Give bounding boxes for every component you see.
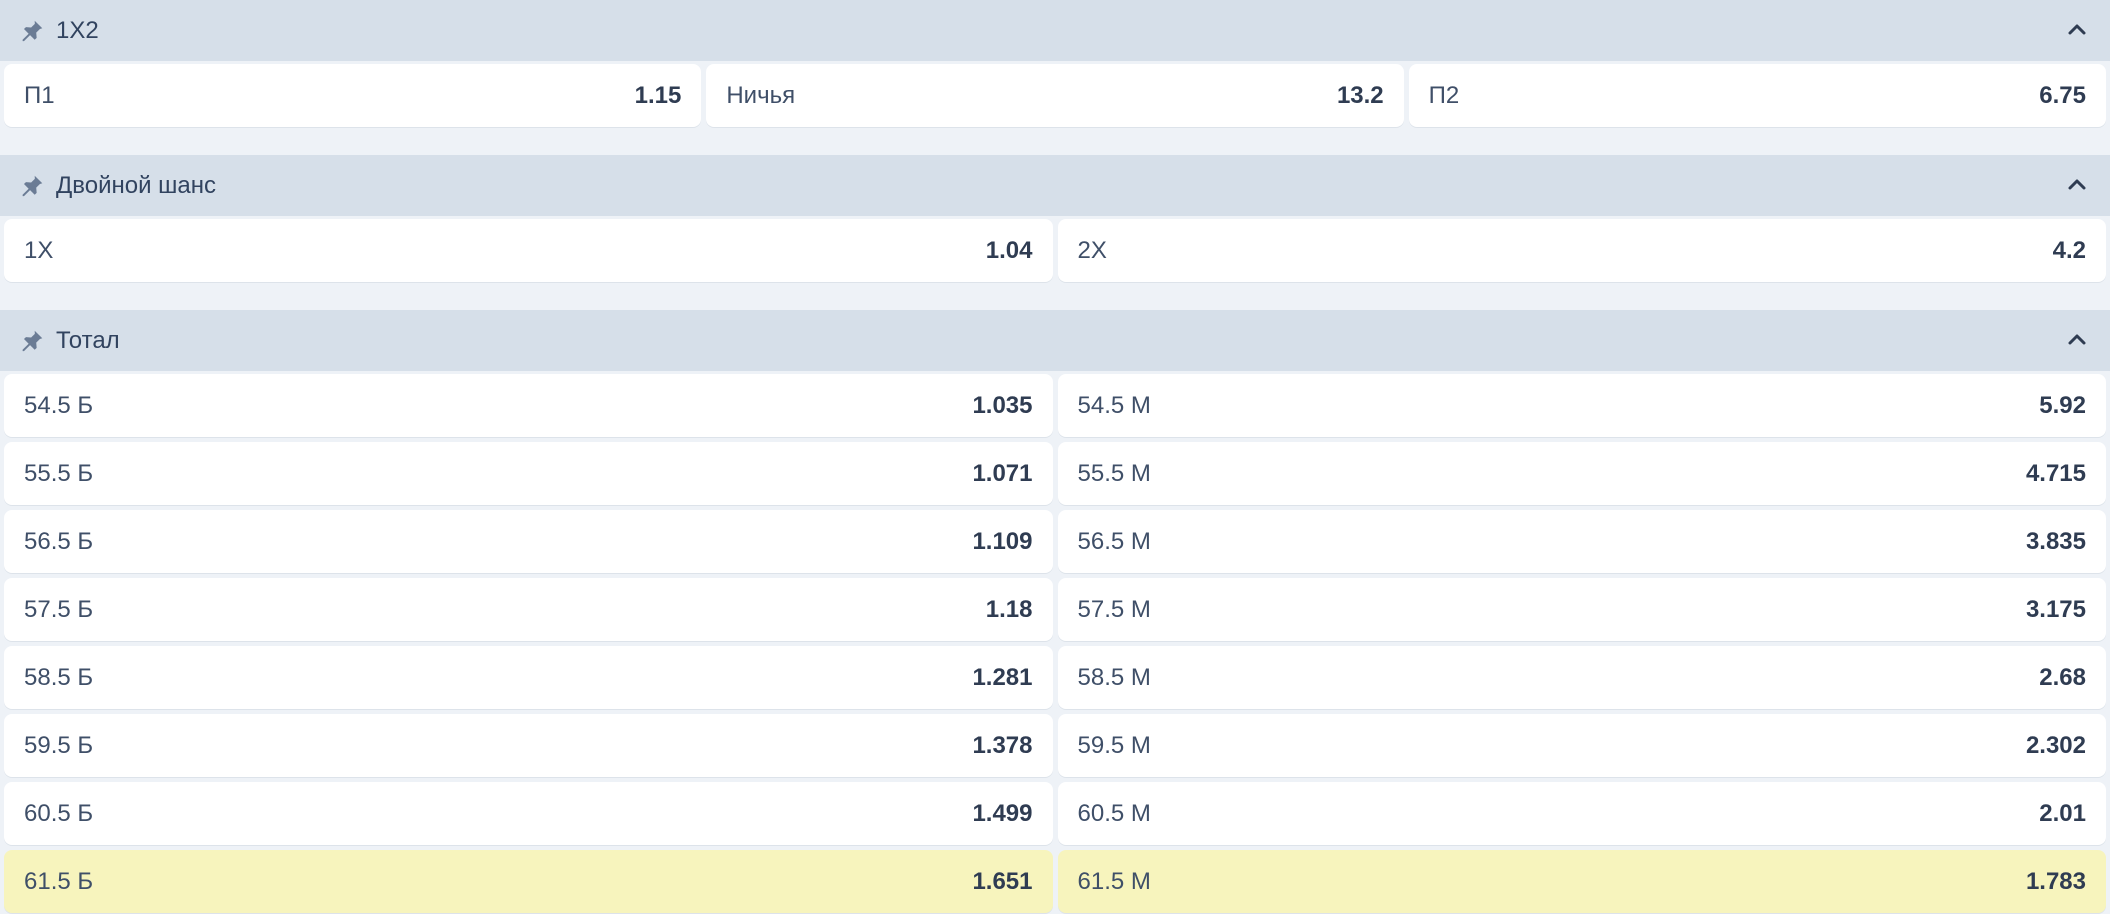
outcome-odds: 4.715 xyxy=(2025,459,2086,487)
outcome-odds: 1.071 xyxy=(972,459,1033,487)
outcome-label: 2X xyxy=(1077,236,1107,264)
outcome-odds: 1.035 xyxy=(972,391,1033,419)
market-body-double-chance: 1X 1.04 2X 4.2 xyxy=(0,216,2110,286)
outcome-under[interactable]: 56.5 М 3.835 xyxy=(1057,510,2106,573)
outcome-label: 60.5 М xyxy=(1077,799,1151,827)
outcome-label: Ничья xyxy=(726,81,796,109)
outcome-odds: 1.499 xyxy=(972,799,1033,827)
pin-icon[interactable] xyxy=(18,327,46,355)
outcome-over[interactable]: 57.5 Б 1.18 xyxy=(4,578,1053,641)
outcome-over[interactable]: 56.5 Б 1.109 xyxy=(4,510,1053,573)
outcome-odds: 1.04 xyxy=(985,236,1033,264)
outcome-odds: 1.15 xyxy=(634,81,682,109)
outcome-label: 60.5 Б xyxy=(24,799,94,827)
betting-markets: 1X2 П1 1.15 Ничья 13.2 П2 6.75 Двойной ш… xyxy=(0,0,2110,914)
outcome-label: П2 xyxy=(1428,81,1460,109)
outcome-odds: 6.75 xyxy=(2039,81,2086,109)
outcome-label: 55.5 М xyxy=(1077,459,1151,487)
outcome-label: 59.5 Б xyxy=(24,731,94,759)
outcome-odds: 1.18 xyxy=(985,595,1033,623)
outcome-over[interactable]: 60.5 Б 1.499 xyxy=(4,782,1053,845)
outcome-label: 61.5 М xyxy=(1077,867,1151,895)
outcome-label: 59.5 М xyxy=(1077,731,1151,759)
outcome-odds: 2.302 xyxy=(2025,731,2086,759)
outcome-label: 54.5 М xyxy=(1077,391,1151,419)
outcome-under[interactable]: 60.5 М 2.01 xyxy=(1057,782,2106,845)
outcome-label: 61.5 Б xyxy=(24,867,94,895)
outcome-odds: 1.378 xyxy=(972,731,1033,759)
outcome-over[interactable]: 58.5 Б 1.281 xyxy=(4,646,1053,709)
outcome-label: 54.5 Б xyxy=(24,391,94,419)
outcome-odds: 13.2 xyxy=(1336,81,1384,109)
outcome-under[interactable]: 61.5 М 1.783 xyxy=(1057,850,2106,913)
market-total: Тотал 54.5 Б 1.035 54.5 М 5.92 55.5 Б 1.… xyxy=(0,310,2110,914)
market-title: Тотал xyxy=(56,326,120,354)
market-title: 1X2 xyxy=(56,16,99,44)
outcome-odds: 4.2 xyxy=(2052,236,2086,264)
outcome-odds: 5.92 xyxy=(2039,391,2086,419)
market-title: Двойной шанс xyxy=(56,171,217,199)
outcome-label: 56.5 Б xyxy=(24,527,94,555)
market-header-1x2[interactable]: 1X2 xyxy=(0,0,2110,61)
pin-icon[interactable] xyxy=(18,17,46,45)
market-header-total[interactable]: Тотал xyxy=(0,310,2110,371)
outcome-label: 57.5 М xyxy=(1077,595,1151,623)
outcome-label: П1 xyxy=(24,81,55,109)
outcome-2x[interactable]: 2X 4.2 xyxy=(1057,219,2106,282)
outcome-under[interactable]: 57.5 М 3.175 xyxy=(1057,578,2106,641)
outcome-under[interactable]: 58.5 М 2.68 xyxy=(1057,646,2106,709)
market-body-1x2: П1 1.15 Ничья 13.2 П2 6.75 xyxy=(0,61,2110,131)
market-header-double-chance[interactable]: Двойной шанс xyxy=(0,155,2110,216)
outcome-under[interactable]: 55.5 М 4.715 xyxy=(1057,442,2106,505)
outcome-1x[interactable]: 1X 1.04 xyxy=(4,219,1053,282)
outcome-odds: 3.175 xyxy=(2025,595,2086,623)
outcome-label: 1X xyxy=(24,236,54,264)
outcome-p2[interactable]: П2 6.75 xyxy=(1408,64,2106,127)
chevron-up-icon[interactable] xyxy=(2062,170,2092,200)
outcome-odds: 1.109 xyxy=(972,527,1033,555)
outcome-over[interactable]: 54.5 Б 1.035 xyxy=(4,374,1053,437)
outcome-over[interactable]: 59.5 Б 1.378 xyxy=(4,714,1053,777)
outcome-draw[interactable]: Ничья 13.2 xyxy=(706,64,1404,127)
market-1x2: 1X2 П1 1.15 Ничья 13.2 П2 6.75 xyxy=(0,0,2110,131)
outcome-odds: 2.68 xyxy=(2039,663,2086,691)
outcome-odds: 2.01 xyxy=(2039,799,2086,827)
chevron-up-icon[interactable] xyxy=(2062,15,2092,45)
outcome-over[interactable]: 55.5 Б 1.071 xyxy=(4,442,1053,505)
pin-icon[interactable] xyxy=(18,172,46,200)
outcome-label: 56.5 М xyxy=(1077,527,1151,555)
outcome-odds: 1.281 xyxy=(972,663,1033,691)
outcome-odds: 3.835 xyxy=(2025,527,2086,555)
outcome-label: 58.5 М xyxy=(1077,663,1151,691)
market-body-total: 54.5 Б 1.035 54.5 М 5.92 55.5 Б 1.071 55… xyxy=(0,371,2110,914)
outcome-under[interactable]: 54.5 М 5.92 xyxy=(1057,374,2106,437)
outcome-odds: 1.651 xyxy=(972,867,1033,895)
outcome-label: 58.5 Б xyxy=(24,663,94,691)
outcome-label: 55.5 Б xyxy=(24,459,94,487)
market-double-chance: Двойной шанс 1X 1.04 2X 4.2 xyxy=(0,155,2110,286)
outcome-over[interactable]: 61.5 Б 1.651 xyxy=(4,850,1053,913)
outcome-p1[interactable]: П1 1.15 xyxy=(4,64,702,127)
outcome-label: 57.5 Б xyxy=(24,595,94,623)
outcome-under[interactable]: 59.5 М 2.302 xyxy=(1057,714,2106,777)
chevron-up-icon[interactable] xyxy=(2062,325,2092,355)
outcome-odds: 1.783 xyxy=(2025,867,2086,895)
